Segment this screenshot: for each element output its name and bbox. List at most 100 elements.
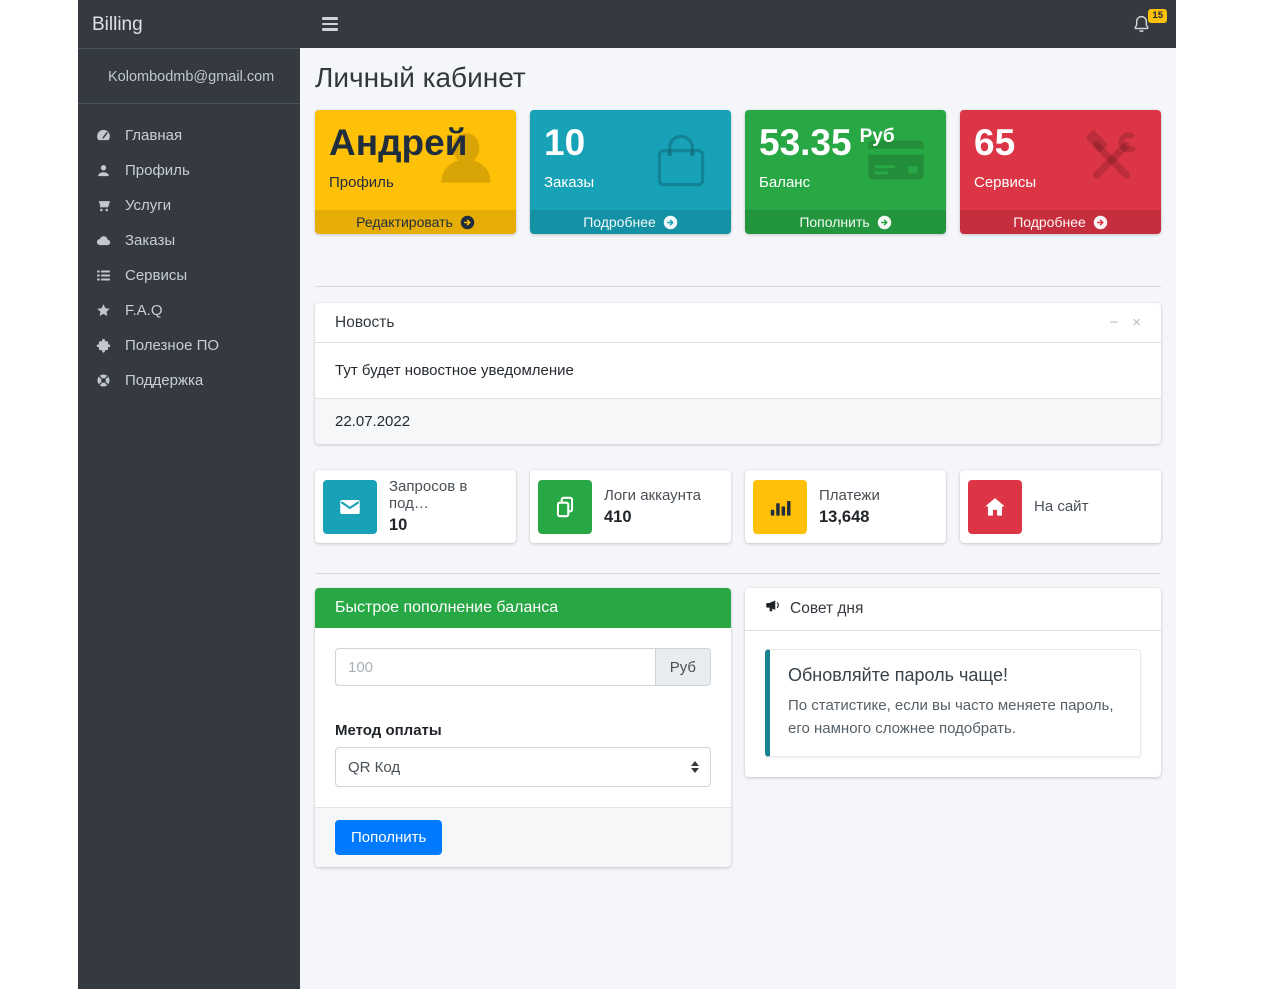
arrow-circle-right-icon <box>1093 215 1108 230</box>
sidebar-item-servers[interactable]: Сервисы <box>86 258 292 293</box>
bar-chart-icon <box>753 480 807 534</box>
divider <box>315 286 1161 287</box>
tip-header: Совет дня <box>745 588 1161 631</box>
close-button[interactable]: × <box>1132 315 1141 330</box>
sidebar-item-label: Сервисы <box>125 267 187 284</box>
info-box-text: Платежи 13,648 <box>819 487 880 527</box>
sidebar-item-label: Полезное ПО <box>125 337 219 354</box>
info-box-text: Логи аккаунта 410 <box>604 487 701 527</box>
news-title: Новость <box>335 314 394 332</box>
info-box-value: 10 <box>389 516 508 535</box>
stat-label: Профиль <box>329 174 502 191</box>
sidebar-item-software[interactable]: Полезное ПО <box>86 328 292 363</box>
stat-card-orders: 10 Заказы Подробнее <box>530 110 731 234</box>
notification-badge: 15 <box>1148 9 1167 23</box>
payment-method-label: Метод оплаты <box>335 722 711 739</box>
stat-card-balance: 53.35 Руб Баланс Пополнить <box>745 110 946 234</box>
info-box-account-logs[interactable]: Логи аккаунта 410 <box>530 470 731 543</box>
cart-icon <box>92 197 114 214</box>
stat-card-action-services[interactable]: Подробнее <box>960 210 1161 234</box>
cloud-icon <box>92 232 114 249</box>
sidebar-nav: Главная Профиль Услуги Заказы <box>78 104 300 412</box>
sidebar-item-label: Профиль <box>125 162 190 179</box>
info-boxes-row: Запросов в под… 10 Логи аккаунта 410 <box>315 470 1161 543</box>
collapse-button[interactable]: − <box>1109 315 1118 330</box>
info-box-text: Запросов в под… 10 <box>389 478 508 535</box>
tip-text: По статистике, если вы часто меняете пар… <box>788 694 1122 741</box>
life-ring-icon <box>92 372 114 389</box>
stat-card-action-edit[interactable]: Редактировать <box>315 210 516 234</box>
sidebar-item-label: Заказы <box>125 232 175 249</box>
stat-value: 53.35 Руб <box>759 122 932 165</box>
billing-app: Billing Kolombodmb@gmail.com Главная Про… <box>78 0 1176 989</box>
sidebar-item-faq[interactable]: F.A.Q <box>86 293 292 328</box>
stat-card-action-topup[interactable]: Пополнить <box>745 210 946 234</box>
tip-card: Совет дня Обновляйте пароль чаще! По ста… <box>745 588 1161 777</box>
sidebar-item-home[interactable]: Главная <box>86 118 292 153</box>
topup-body: Руб Метод оплаты QR Код <box>315 628 731 807</box>
arrow-circle-right-icon <box>877 215 892 230</box>
topup-footer: Пополнить <box>315 807 731 867</box>
sidebar-item-support[interactable]: Поддержка <box>86 363 292 398</box>
amount-input[interactable] <box>335 648 655 686</box>
tip-header-left: Совет дня <box>765 598 863 620</box>
notifications-button[interactable]: 15 <box>1125 12 1158 37</box>
stat-label: Сервисы <box>974 174 1147 191</box>
sidebar-item-label: Услуги <box>125 197 171 214</box>
top-navbar: 15 <box>300 0 1176 48</box>
tip-callout: Обновляйте пароль чаще! По статистике, е… <box>765 649 1141 757</box>
user-icon <box>92 162 114 179</box>
stat-value: 10 <box>544 122 717 165</box>
home-icon <box>968 480 1022 534</box>
list-icon <box>92 267 114 284</box>
stat-action-label: Пополнить <box>799 214 869 230</box>
bottom-row: Быстрое пополнение баланса Руб Метод опл… <box>315 588 1161 867</box>
stat-action-label: Подробнее <box>583 214 656 230</box>
user-email[interactable]: Kolombodmb@gmail.com <box>78 49 300 104</box>
main-area: 15 Личный кабинет Андрей Профиль Редакти… <box>300 0 1176 989</box>
card-tools: − × <box>1109 315 1141 330</box>
stat-action-label: Редактировать <box>356 214 453 230</box>
sidebar-item-services[interactable]: Услуги <box>86 188 292 223</box>
stat-value: Андрей <box>329 122 502 165</box>
stat-label: Заказы <box>544 174 717 191</box>
puzzle-icon <box>92 337 114 354</box>
stat-card-body: 10 Заказы <box>530 110 731 210</box>
payment-method-select[interactable]: QR Код <box>335 747 711 787</box>
brand-link[interactable]: Billing <box>78 0 300 49</box>
tip-body: Обновляйте пароль чаще! По статистике, е… <box>745 631 1161 777</box>
info-box-value: 13,648 <box>819 508 880 527</box>
currency-suffix: Руб <box>860 126 895 148</box>
tachometer-icon <box>92 127 114 144</box>
info-box-payments[interactable]: Платежи 13,648 <box>745 470 946 543</box>
stat-cards-row: Андрей Профиль Редактировать <box>315 110 1161 234</box>
stat-card-services: 65 Сервисы Подробнее <box>960 110 1161 234</box>
page-title: Личный кабинет <box>315 62 1161 94</box>
tip-title: Совет дня <box>790 600 863 618</box>
info-box-text: На сайт <box>1034 498 1088 515</box>
sidebar: Billing Kolombodmb@gmail.com Главная Про… <box>78 0 300 989</box>
topup-title: Быстрое пополнение баланса <box>315 588 731 628</box>
menu-toggle-button[interactable] <box>318 13 342 35</box>
envelope-icon <box>323 480 377 534</box>
content: Личный кабинет Андрей Профиль Редактиров… <box>300 48 1176 989</box>
topup-submit-button[interactable]: Пополнить <box>335 820 442 855</box>
news-date: 22.07.2022 <box>315 398 1161 444</box>
amount-input-group: Руб <box>335 648 711 686</box>
news-header: Новость − × <box>315 303 1161 343</box>
arrow-circle-right-icon <box>663 215 678 230</box>
sidebar-item-label: Главная <box>125 127 182 144</box>
sidebar-item-orders[interactable]: Заказы <box>86 223 292 258</box>
stat-action-label: Подробнее <box>1013 214 1086 230</box>
divider <box>315 573 1161 574</box>
currency-addon: Руб <box>655 648 711 686</box>
sidebar-item-label: F.A.Q <box>125 302 163 319</box>
info-box-support-requests[interactable]: Запросов в под… 10 <box>315 470 516 543</box>
stat-card-profile: Андрей Профиль Редактировать <box>315 110 516 234</box>
sidebar-item-profile[interactable]: Профиль <box>86 153 292 188</box>
stat-card-action-orders[interactable]: Подробнее <box>530 210 731 234</box>
info-box-to-site[interactable]: На сайт <box>960 470 1161 543</box>
sidebar-item-label: Поддержка <box>125 372 203 389</box>
news-card: Новость − × Тут будет новостное уведомле… <box>315 303 1161 444</box>
info-box-value: 410 <box>604 508 701 527</box>
